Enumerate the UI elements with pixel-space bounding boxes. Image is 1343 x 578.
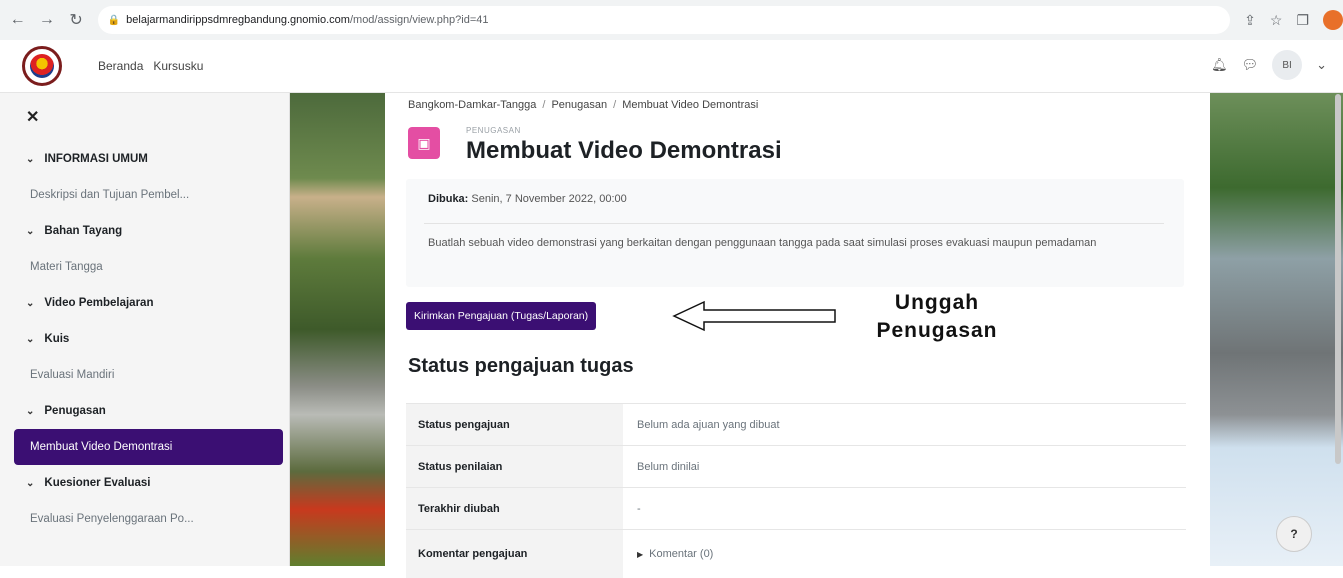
- background-image: [1210, 93, 1343, 566]
- drawer-item[interactable]: Membuat Video Demontrasi: [14, 429, 283, 465]
- breadcrumb-current: Membuat Video Demontrasi: [622, 99, 758, 111]
- status-key: Komentar pengajuan: [406, 530, 623, 578]
- course-index-drawer: ✕ ⌄ INFORMASI UMUM Deskripsi dan Tujuan Pe…: [0, 93, 290, 566]
- status-key: Status pengajuan: [406, 404, 623, 446]
- close-icon[interactable]: ✕: [26, 107, 39, 127]
- profile-icon[interactable]: [1323, 10, 1343, 30]
- annotation-line-1: Unggah: [832, 289, 1042, 317]
- back-icon[interactable]: ←: [6, 8, 29, 32]
- arrow-annotation-icon: [672, 300, 838, 332]
- status-key: Terakhir diubah: [406, 488, 623, 530]
- course-index-list: ⌄ INFORMASI UMUM Deskripsi dan Tujuan Pemb…: [0, 141, 289, 537]
- drawer-item-label: Penugasan: [44, 405, 105, 417]
- drawer-section[interactable]: ⌄ Bahan Tayang: [0, 213, 289, 249]
- nav-link-beranda[interactable]: Beranda: [98, 59, 143, 73]
- scrollbar[interactable]: [1335, 94, 1341, 464]
- status-value: Belum ada ajuan yang dibuat: [623, 404, 1186, 446]
- table-row: Status pengajuan Belum ada ajuan yang di…: [406, 404, 1186, 446]
- table-row: Komentar pengajuan ▶ Komentar (0): [406, 530, 1186, 578]
- status-value: Belum dinilai: [623, 446, 1186, 488]
- chat-icon[interactable]: 💬︎: [1242, 57, 1259, 73]
- main-content: Bangkom-Damkar-Tangga/Penugasan/Membuat …: [386, 93, 1210, 566]
- drawer-item-label: Membuat Video Demontrasi: [30, 441, 172, 453]
- chevron-down-icon[interactable]: ⌄: [26, 154, 34, 165]
- chevron-down-icon[interactable]: ⌄: [26, 406, 34, 417]
- drawer-section[interactable]: ⌄ Video Pembelajaran: [0, 285, 289, 321]
- assignment-icon: ▣: [408, 127, 440, 159]
- submission-status-heading: Status pengajuan tugas: [408, 355, 634, 378]
- caret-right-icon: ▶: [637, 550, 643, 559]
- site-logo[interactable]: [22, 46, 62, 86]
- drawer-item-label: Evaluasi Mandiri: [30, 369, 114, 381]
- drawer-item-label: INFORMASI UMUM: [44, 153, 148, 165]
- background-image: [290, 93, 385, 566]
- activity-description: Buatlah sebuah video demonstrasi yang be…: [428, 235, 1168, 252]
- breadcrumb-course[interactable]: Bangkom-Damkar-Tangga: [408, 99, 536, 111]
- drawer-section[interactable]: ⌄ INFORMASI UMUM: [0, 141, 289, 177]
- chevron-down-icon[interactable]: ⌄: [26, 226, 34, 237]
- forward-icon[interactable]: →: [35, 8, 58, 32]
- drawer-item-label: Video Pembelajaran: [44, 297, 153, 309]
- table-row: Terakhir diubah -: [406, 488, 1186, 530]
- drawer-section[interactable]: ⌄ Kuesioner Evaluasi: [0, 465, 289, 501]
- divider: [424, 223, 1164, 224]
- comments-link[interactable]: Komentar (0): [649, 548, 713, 560]
- opened-date: Dibuka: Senin, 7 November 2022, 00:00: [428, 193, 627, 205]
- chevron-down-icon[interactable]: ⌄: [26, 334, 34, 345]
- lock-icon: 🔒: [108, 15, 120, 26]
- window-icon[interactable]: ❐: [1296, 12, 1309, 29]
- table-row: Status penilaian Belum dinilai: [406, 446, 1186, 488]
- bookmark-star-icon[interactable]: ☆: [1270, 12, 1283, 29]
- url-host: belajarmandirippsdmregbandung.gnomio.com: [126, 14, 350, 26]
- nav-link-kursusku[interactable]: Kursusku: [153, 59, 203, 73]
- annotation-line-2: Penugasan: [832, 317, 1042, 345]
- browser-toolbar: ← → ↻ 🔒 belajarmandirippsdmregbandung.gn…: [0, 0, 1343, 41]
- status-value: -: [623, 488, 1186, 530]
- drawer-item[interactable]: Materi Tangga: [0, 249, 289, 285]
- reload-icon[interactable]: ↻: [64, 8, 87, 32]
- drawer-item-label: Evaluasi Penyelenggaraan Po...: [30, 513, 194, 525]
- upload-annotation: Unggah Penugasan: [832, 289, 1042, 345]
- drawer-item-label: Kuis: [44, 333, 69, 345]
- opened-value: Senin, 7 November 2022, 00:00: [471, 193, 626, 205]
- drawer-item[interactable]: Evaluasi Mandiri: [0, 357, 289, 393]
- drawer-item-label: Deskripsi dan Tujuan Pembel...: [30, 189, 189, 201]
- drawer-section[interactable]: ⌄ Kuis: [0, 321, 289, 357]
- site-navbar: Beranda Kursusku 🔔︎ 💬︎ BI ⌄: [0, 40, 1343, 93]
- share-icon[interactable]: ⇪: [1244, 12, 1256, 29]
- drawer-item-label: Bahan Tayang: [44, 225, 122, 237]
- activity-type-label: PENUGASAN: [466, 126, 521, 135]
- opened-label: Dibuka:: [428, 193, 468, 205]
- address-bar[interactable]: 🔒 belajarmandirippsdmregbandung.gnomio.c…: [98, 6, 1230, 34]
- bell-icon[interactable]: 🔔︎: [1211, 57, 1228, 73]
- status-key: Status penilaian: [406, 446, 623, 488]
- help-button[interactable]: ?: [1276, 516, 1312, 552]
- drawer-item[interactable]: Evaluasi Penyelenggaraan Po...: [0, 501, 289, 537]
- add-submission-button[interactable]: Kirimkan Pengajuan (Tugas/Laporan): [406, 302, 596, 330]
- drawer-item[interactable]: Deskripsi dan Tujuan Pembel...: [0, 177, 289, 213]
- drawer-section[interactable]: ⌄ Penugasan: [0, 393, 289, 429]
- breadcrumb: Bangkom-Damkar-Tangga/Penugasan/Membuat …: [408, 99, 758, 111]
- avatar[interactable]: BI: [1272, 50, 1302, 80]
- chevron-down-icon[interactable]: ⌄: [1316, 57, 1327, 73]
- drawer-item-label: Kuesioner Evaluasi: [44, 477, 150, 489]
- drawer-item-label: Materi Tangga: [30, 261, 103, 273]
- submission-status-table: Status pengajuan Belum ada ajuan yang di…: [406, 403, 1186, 578]
- url-path: /mod/assign/view.php?id=41: [350, 14, 489, 26]
- page-title: Membuat Video Demontrasi: [466, 137, 782, 165]
- comments-toggle[interactable]: ▶ Komentar (0): [623, 530, 1186, 578]
- chevron-down-icon[interactable]: ⌄: [26, 298, 34, 309]
- chevron-down-icon[interactable]: ⌄: [26, 478, 34, 489]
- breadcrumb-section[interactable]: Penugasan: [551, 99, 607, 111]
- activity-dates-box: Dibuka: Senin, 7 November 2022, 00:00 Bu…: [406, 179, 1184, 287]
